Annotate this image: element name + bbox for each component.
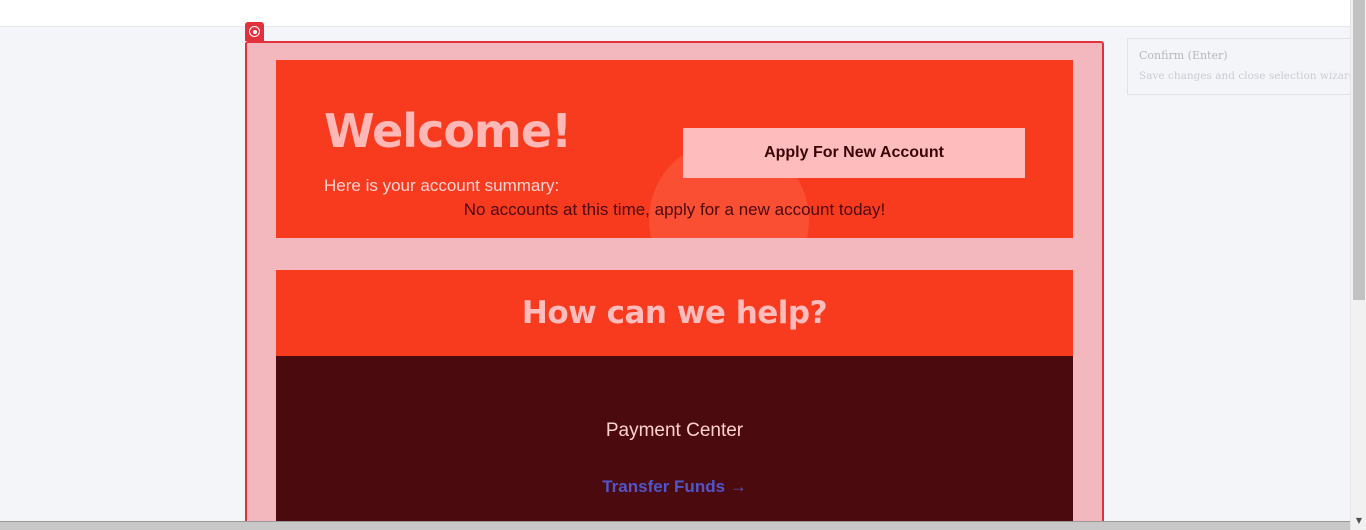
target-icon[interactable] [245, 22, 264, 41]
vertical-scrollbar[interactable]: ▲ ▼ [1350, 0, 1366, 530]
scroll-thumb[interactable] [1353, 0, 1365, 300]
arrow-down-icon[interactable]: ▼ [1354, 516, 1364, 526]
tooltip-title: Confirm (Enter) [1139, 49, 1228, 62]
tooltip-description: Save changes and close selection wizard. [1139, 70, 1360, 82]
account-summary-label: Here is your account summary: [324, 176, 560, 195]
top-bar [0, 0, 1350, 27]
help-title: How can we help? [521, 295, 828, 331]
welcome-title: Welcome! [324, 104, 572, 158]
no-accounts-message: No accounts at this time, apply for a ne… [463, 200, 886, 219]
payment-center-card: Payment Center Transfer Funds → [276, 356, 1073, 530]
welcome-panel: Welcome! Here is your account summary: N… [276, 60, 1073, 238]
transfer-funds-link[interactable]: Transfer Funds → [276, 477, 1073, 497]
confirm-tooltip: Confirm (Enter) Save changes and close s… [1127, 38, 1366, 95]
help-panel: How can we help? Payment Center Transfer… [276, 270, 1073, 530]
apply-new-account-button[interactable]: Apply For New Account [683, 128, 1025, 178]
help-header: How can we help? [276, 270, 1073, 356]
payment-center-title: Payment Center [605, 420, 744, 441]
bottom-strip [0, 521, 1350, 530]
